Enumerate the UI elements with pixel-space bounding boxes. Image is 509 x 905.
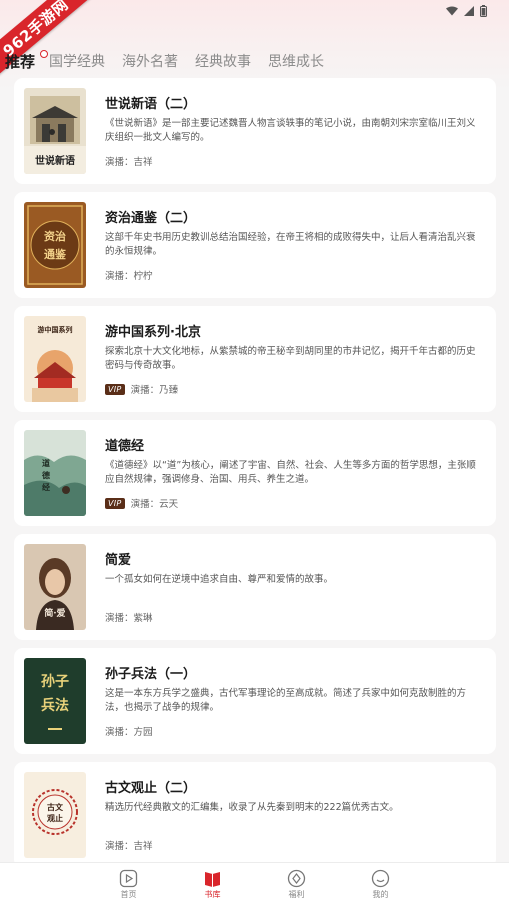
svg-text:道: 道 [42,458,50,468]
cover-title: 世说新语 [35,154,75,167]
nav-mine[interactable]: 我的 [352,869,410,905]
book-card[interactable]: 世说新语 世说新语（二） 《世说新语》是一部主要记述魏晋人物言谈轶事的笔记小说，… [14,78,496,184]
smile-icon [371,869,390,888]
book-title[interactable]: 简爱 [105,549,131,568]
book-meta: 演播：吉祥 [105,838,153,852]
nav-home-label: 首页 [120,890,137,899]
nav-mine-label: 我的 [372,890,389,899]
narrator: 演播：吉祥 [105,157,153,168]
book-card[interactable]: 道 德 经 道德经 《道德经》以“道”为核心，阐述了宇宙、自然、社会、人生等多方… [14,420,496,526]
book-title[interactable]: 资治通鉴（二） [105,207,196,226]
book-meta: 演播：紫琳 [105,610,153,624]
nav-welfare-label: 福利 [288,890,305,899]
play-icon [119,869,138,888]
book-cover[interactable]: 资治 通鉴 [24,202,86,288]
tab-chinese-classics[interactable]: 国学经典 [49,51,105,71]
narrator: 演播：方园 [105,727,153,738]
tab-thinking-growth[interactable]: 思维成长 [268,51,324,71]
book-description: 这部千年史书用历史教训总结治国经验，在帝王将相的成败得失中，让后人看清治乱兴衰的… [105,232,476,257]
book-cover[interactable]: 简·爱 [24,544,86,630]
narrator: 演播：柠柠 [105,271,153,282]
narrator: 演播：紫琳 [105,613,153,624]
book-meta: 演播：吉祥 [105,154,153,168]
svg-text:古文: 古文 [47,802,64,812]
book-meta: 演播：方园 [105,724,153,738]
cover-title: 简·爱 [44,607,65,619]
book-cover[interactable]: 游中国系列 [24,316,86,402]
battery-icon [480,5,487,17]
book-description: 这是一本东方兵学之盛典，古代军事理论的至高成就。简述了兵家中如何克敌制胜的方法，… [105,688,467,713]
svg-text:观止: 观止 [47,813,63,823]
narrator: 演播：云天 [130,499,179,510]
nav-library[interactable]: 书库 [184,869,242,905]
book-card[interactable]: 孙子 兵法 孙子兵法（一） 这是一本东方兵学之盛典，古代军事理论的至高成就。简述… [14,648,496,754]
vip-badge: VIP [105,497,125,509]
svg-text:德: 德 [42,470,50,480]
nav-welfare[interactable]: 福利 [268,869,326,905]
nav-library-label: 书库 [204,890,221,899]
bottom-navigation: 首页 书库 福利 我的 [0,862,509,905]
book-cover[interactable]: 孙子 兵法 [24,658,86,744]
nav-home[interactable]: 首页 [100,869,158,905]
book-cover[interactable]: 世说新语 [24,88,86,174]
svg-text:孙子: 孙子 [41,673,69,690]
book-meta: 演播：柠柠 [105,268,153,282]
book-card[interactable]: 古文 观止 古文观止（二） 精选历代经典散文的汇编集，收录了从先秦到明末的222… [14,762,496,868]
tab-foreign-masterpieces[interactable]: 海外名著 [122,51,178,71]
svg-text:经: 经 [42,482,50,492]
signal-icon [464,6,474,16]
book-title[interactable]: 古文观止（二） [105,777,196,796]
category-tabs: 推荐 国学经典 海外名著 经典故事 思维成长 [0,50,509,72]
book-title[interactable]: 游中国系列·北京 [105,321,201,340]
book-meta: VIP 演播：乃臻 [105,382,178,396]
book-cover[interactable]: 古文 观止 [24,772,86,858]
book-icon [203,869,222,888]
book-card[interactable]: 简·爱 简爱 一个孤女如何在逆境中追求自由、尊严和爱情的故事。 演播：紫琳 [14,534,496,640]
book-description: 探索北京十大文化地标，从紫禁城的帝王秘辛到胡同里的市井记忆，揭开千年古都的历史密… [105,346,476,371]
vip-badge: VIP [105,383,125,395]
book-card[interactable]: 游中国系列 游中国系列·北京 探索北京十大文化地标，从紫禁城的帝王秘辛到胡同里的… [14,306,496,412]
cover-title: 游中国系列 [38,325,73,334]
book-title[interactable]: 世说新语（二） [105,93,196,112]
book-title[interactable]: 道德经 [105,435,144,454]
book-description: 一个孤女如何在逆境中追求自由、尊严和爱情的故事。 [105,574,334,585]
book-description: 精选历代经典散文的汇编集，收录了从先秦到明末的222篇优秀古文。 [105,802,399,813]
narrator: 演播：吉祥 [105,841,153,852]
book-title[interactable]: 孙子兵法（一） [105,663,196,682]
book-description: 《世说新语》是一部主要记述魏晋人物言谈轶事的笔记小说，由南朝刘宋宗室临川王刘义庆… [105,118,476,143]
tab-recommend[interactable]: 推荐 [5,51,35,72]
gift-icon [287,869,306,888]
wifi-icon [446,6,458,16]
book-description: 《道德经》以“道”为核心，阐述了宇宙、自然、社会、人生等多方面的哲学思想，主张顺… [105,460,476,485]
book-list: 世说新语 世说新语（二） 《世说新语》是一部主要记述魏晋人物言谈轶事的笔记小说，… [14,78,496,876]
svg-text:通鉴: 通鉴 [44,247,67,261]
narrator: 演播：乃臻 [130,385,179,396]
book-cover[interactable]: 道 德 经 [24,430,86,516]
book-card[interactable]: 资治 通鉴 资治通鉴（二） 这部千年史书用历史教训总结治国经验，在帝王将相的成败… [14,192,496,298]
tab-classic-stories[interactable]: 经典故事 [195,51,251,71]
svg-text:资治: 资治 [44,229,66,243]
book-meta: VIP 演播：云天 [105,496,178,510]
svg-text:兵法: 兵法 [41,697,69,714]
